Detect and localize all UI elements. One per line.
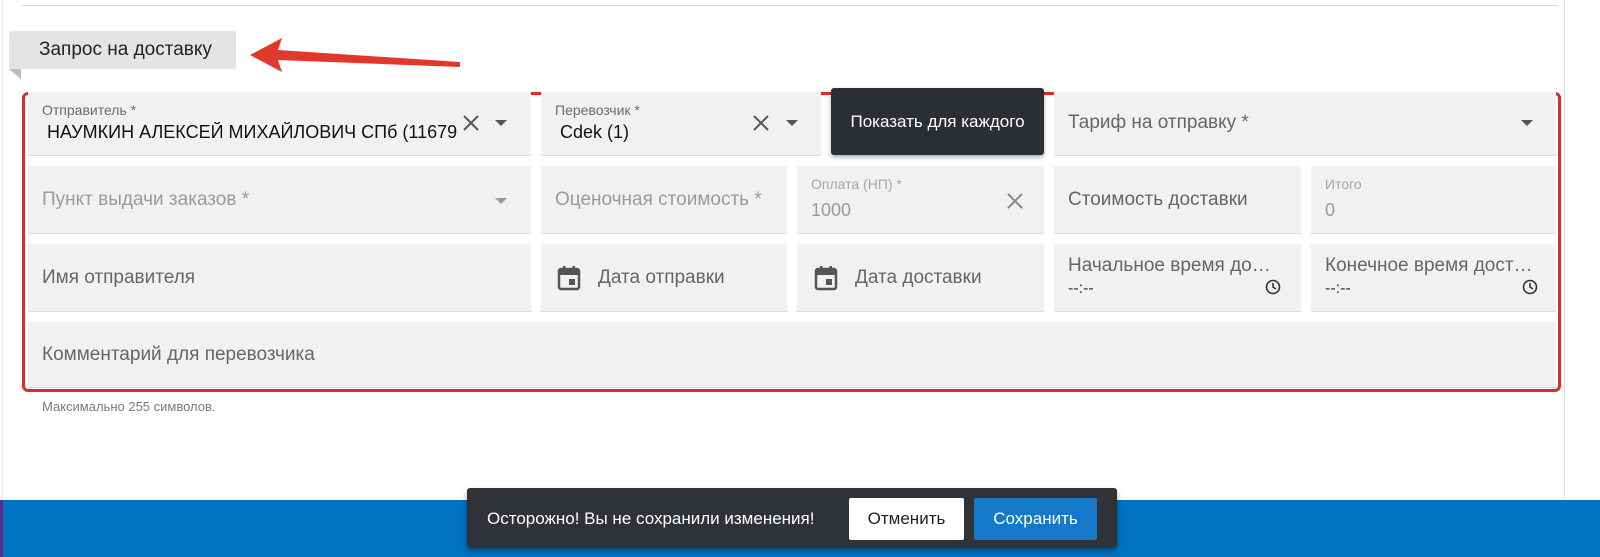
chevron-down-icon[interactable]: [1520, 118, 1534, 128]
chevron-down-icon[interactable]: [494, 118, 508, 128]
total-label: Итого: [1325, 176, 1362, 192]
comment-placeholder: Комментарий для перевозчика: [42, 344, 315, 365]
calendar-icon[interactable]: [814, 265, 838, 291]
snackbar-message: Осторожно! Вы не сохранили изменения!: [487, 509, 815, 528]
delivery-cost-input[interactable]: Стоимость доставки: [1054, 166, 1301, 234]
end-time-placeholder: Конечное время дост…: [1325, 255, 1533, 276]
pickup-point-placeholder: Пункт выдачи заказов *: [42, 189, 250, 210]
calendar-icon[interactable]: [557, 265, 581, 291]
clear-icon[interactable]: [461, 113, 481, 133]
clear-icon[interactable]: [1005, 191, 1025, 211]
payment-value: 1000: [811, 200, 852, 220]
start-time-input[interactable]: Начальное время до… --:--: [1054, 244, 1301, 312]
chevron-down-icon[interactable]: [785, 118, 799, 128]
tariff-placeholder: Тариф на отправку *: [1068, 112, 1249, 133]
payment-input[interactable]: Оплата (НП) * 1000: [797, 166, 1044, 234]
estimated-cost-input[interactable]: Оценочная стоимость *: [541, 166, 787, 234]
annotation-arrow-icon: [250, 38, 460, 72]
sender-name-placeholder: Имя отправителя: [42, 267, 196, 288]
start-time-value: --:--: [1068, 280, 1094, 297]
delivery-date-placeholder: Дата доставки: [855, 267, 982, 288]
end-time-value: --:--: [1325, 280, 1351, 297]
divider-top: [22, 5, 1558, 6]
section-title-tag: Запрос на доставку: [9, 31, 236, 69]
divider-right: [1564, 0, 1565, 505]
pickup-point-select[interactable]: Пункт выдачи заказов *: [28, 166, 531, 234]
section-title: Запрос на доставку: [39, 39, 212, 60]
estimated-cost-placeholder: Оценочная стоимость *: [555, 189, 762, 210]
divider-left: [2, 0, 3, 505]
total-value: 0: [1325, 200, 1336, 220]
chevron-down-icon[interactable]: [494, 196, 508, 206]
delivery-cost-placeholder: Стоимость доставки: [1068, 189, 1248, 210]
bottom-bar-edge: [0, 500, 3, 557]
start-time-placeholder: Начальное время до…: [1068, 255, 1271, 276]
carrier-select[interactable]: Перевозчик * Cdek (1): [541, 92, 821, 156]
total-input: Итого 0: [1311, 166, 1556, 234]
sender-select[interactable]: Отправитель * НАУМКИН АЛЕКСЕЙ МИХАЙЛОВИЧ…: [28, 92, 531, 156]
tariff-select[interactable]: Тариф на отправку *: [1054, 92, 1556, 156]
carrier-value: Cdek (1): [560, 122, 630, 142]
end-time-input[interactable]: Конечное время дост… --:--: [1311, 244, 1556, 312]
comment-hint: Максимально 255 символов.: [42, 399, 216, 414]
sender-label: Отправитель *: [42, 102, 137, 118]
save-button[interactable]: Сохранить: [974, 498, 1097, 540]
clock-icon[interactable]: [1265, 279, 1281, 295]
ship-date-placeholder: Дата отправки: [598, 267, 725, 288]
delivery-date-input[interactable]: Дата доставки: [797, 244, 1044, 312]
carrier-label: Перевозчик *: [555, 102, 640, 118]
cancel-button[interactable]: Отменить: [849, 498, 964, 540]
show-for-each-button[interactable]: Показать для каждого: [831, 88, 1044, 155]
ship-date-input[interactable]: Дата отправки: [541, 244, 787, 312]
payment-label: Оплата (НП) *: [811, 176, 902, 192]
section-tag-notch: [9, 69, 21, 79]
sender-name-input[interactable]: Имя отправителя: [28, 244, 531, 312]
sender-value: НАУМКИН АЛЕКСЕЙ МИХАЙЛОВИЧ СПб (11679: [47, 122, 458, 142]
clear-icon[interactable]: [751, 113, 771, 133]
carrier-comment-textarea[interactable]: Комментарий для перевозчика: [28, 322, 1556, 388]
clock-icon[interactable]: [1522, 279, 1538, 295]
unsaved-changes-snackbar: Осторожно! Вы не сохранили изменения! От…: [467, 488, 1117, 548]
